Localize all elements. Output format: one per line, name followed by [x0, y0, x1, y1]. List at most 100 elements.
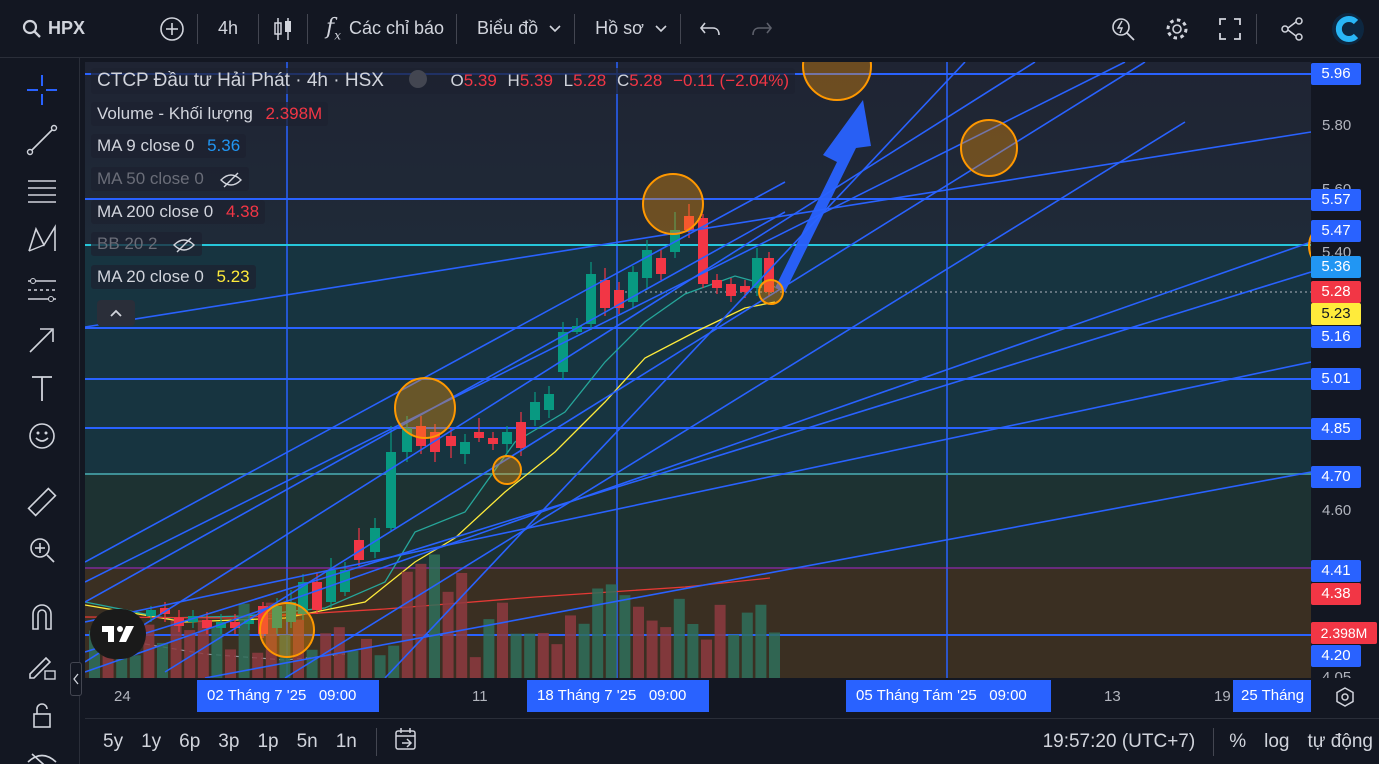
gear-icon: [1166, 18, 1188, 39]
tradingview-logo[interactable]: [90, 609, 146, 659]
redo-button[interactable]: [739, 0, 785, 58]
logo-c-icon: [1332, 12, 1364, 45]
collapse-toolbar-button[interactable]: [70, 662, 82, 696]
text-tool[interactable]: [22, 368, 62, 408]
axis-settings-button[interactable]: [1311, 678, 1379, 716]
candle-body: [600, 280, 610, 308]
fullscreen-button[interactable]: [1204, 0, 1256, 58]
settings-hex-icon: [1336, 687, 1354, 707]
emoji-tool[interactable]: [22, 416, 62, 456]
chart-layout-button[interactable]: Biểu đồ: [457, 0, 574, 58]
eye-hidden-icon[interactable]: [219, 171, 243, 189]
crosshair-tool[interactable]: [22, 70, 62, 110]
volume-bar: [429, 554, 440, 678]
time-label: 19: [1214, 688, 1231, 705]
high-value: 5.39: [519, 71, 553, 90]
brush-tool[interactable]: [22, 320, 62, 360]
chart-pane[interactable]: CTCP Đầu tư Hải Phát · 4h · HSX O5.39 H5…: [85, 62, 1311, 678]
share-button[interactable]: [1257, 0, 1327, 58]
pattern-tool[interactable]: [22, 220, 62, 260]
volume-bar: [510, 633, 522, 678]
price-tag: 5.23: [1311, 303, 1361, 325]
eye-hidden-icon[interactable]: [172, 236, 196, 254]
price-tag: 5.16: [1311, 326, 1361, 348]
symbol-search[interactable]: HPX: [0, 0, 97, 58]
forecast-icon: [28, 278, 56, 302]
bb-legend[interactable]: BB 20 2: [91, 232, 203, 256]
price-chart[interactable]: [85, 62, 1311, 678]
search-icon: [22, 19, 41, 38]
range-5d-button[interactable]: 5n: [288, 731, 327, 753]
account-button[interactable]: [1327, 0, 1379, 58]
ma20-legend[interactable]: MA 20 close 0 5.23: [91, 265, 256, 289]
time-tag: 25 Tháng: [1233, 680, 1311, 712]
ma9-legend[interactable]: MA 9 close 0 5.36: [91, 134, 247, 158]
volume-bar: [170, 620, 182, 678]
volume-bar: [211, 626, 223, 678]
log-scale-button[interactable]: log: [1255, 731, 1298, 753]
volume-bar: [442, 591, 454, 678]
range-3m-button[interactable]: 3p: [209, 731, 248, 753]
time-label: 13: [1104, 688, 1121, 705]
hide-drawings-tool[interactable]: [22, 742, 62, 764]
percent-scale-button[interactable]: %: [1220, 731, 1255, 753]
ma50-legend[interactable]: MA 50 close 0: [91, 167, 249, 191]
magnet-tool[interactable]: [22, 596, 62, 636]
lock-icon: [33, 703, 51, 728]
legend-collapse-dot[interactable]: [409, 69, 428, 88]
range-1d-button[interactable]: 1n: [327, 731, 366, 753]
ma200-legend[interactable]: MA 200 close 0 4.38: [91, 200, 266, 224]
candle-body: [474, 432, 484, 438]
close-value: 5.28: [629, 71, 663, 90]
settings-button[interactable]: [1150, 0, 1204, 58]
price-tag: 5.57: [1311, 189, 1361, 211]
range-1y-button[interactable]: 1y: [132, 731, 170, 753]
trendline-tool[interactable]: [22, 120, 62, 160]
horizontal-lines-tool[interactable]: [22, 170, 62, 210]
fullscreen-icon: [1219, 17, 1241, 40]
price-tag: 4.38: [1311, 583, 1361, 605]
clock-timezone-button[interactable]: 19:57:20 (UTC+7): [1034, 731, 1208, 753]
chevron-down-icon: [655, 24, 667, 32]
goto-date-button[interactable]: [387, 726, 425, 757]
trendline-icon: [26, 124, 58, 156]
volume-bar: [755, 604, 767, 678]
circle-drawing: [492, 455, 522, 485]
range-6m-button[interactable]: 6p: [170, 731, 209, 753]
candles-type-button[interactable]: [259, 0, 307, 58]
lock-tool[interactable]: [22, 696, 62, 736]
candle-body: [516, 422, 526, 448]
volume-bar: [497, 602, 508, 678]
volume-bar: [551, 644, 563, 678]
circle-drawing: [394, 377, 456, 439]
price-tag: 4.85: [1311, 418, 1361, 440]
price-tag: 5.01: [1311, 368, 1361, 390]
undo-button[interactable]: [681, 0, 739, 58]
legend-collapse-button[interactable]: [97, 300, 135, 326]
volume-bar: [361, 638, 372, 678]
indicator-value: 5.36: [207, 136, 241, 155]
range-1m-button[interactable]: 1p: [248, 731, 287, 753]
zoom-tool[interactable]: [22, 530, 62, 570]
indicators-button[interactable]: fx Các chỉ báo: [308, 0, 456, 58]
symbol-legend[interactable]: CTCP Đầu tư Hải Phát · 4h · HSX O5.39 H5…: [91, 68, 795, 94]
time-tag: 18 Tháng 7 '25 09:00: [527, 680, 709, 712]
profile-button[interactable]: Hồ sơ: [575, 0, 680, 58]
candle-body: [712, 280, 722, 288]
volume-legend[interactable]: Volume - Khối lượng 2.398M: [91, 102, 329, 126]
stay-drawing-tool[interactable]: [22, 646, 62, 686]
eye-hidden-icon: [27, 753, 57, 764]
volume-bar: [415, 563, 427, 678]
quick-search-button[interactable]: [1096, 0, 1150, 58]
change-value: −0.11 (−2.04%): [673, 71, 789, 90]
indicator-label: MA 50 close 0: [97, 169, 204, 188]
range-5y-button[interactable]: 5y: [85, 731, 132, 753]
prediction-tool[interactable]: [22, 270, 62, 310]
text-icon: [32, 376, 52, 401]
measure-tool[interactable]: [22, 482, 62, 522]
circle-drawing: [758, 279, 784, 305]
interval-button[interactable]: 4h: [198, 0, 258, 58]
auto-scale-button[interactable]: tự động: [1298, 731, 1379, 753]
candle-body: [488, 438, 498, 444]
compare-add-button[interactable]: [147, 0, 197, 58]
